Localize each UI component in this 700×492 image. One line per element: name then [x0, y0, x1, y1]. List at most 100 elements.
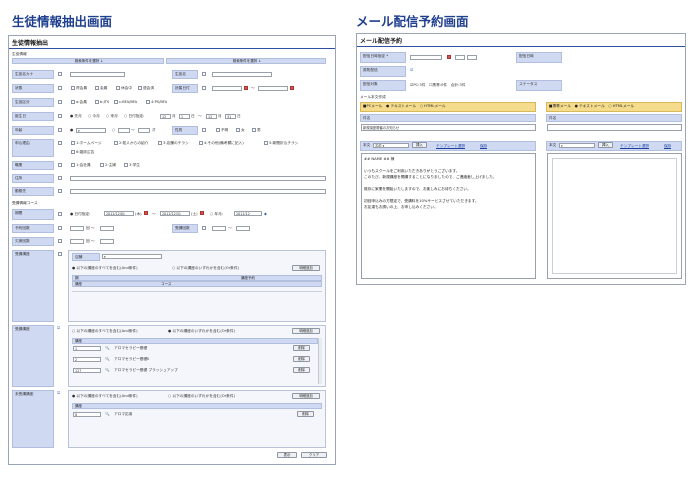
status-opt-4-checkbox[interactable]	[138, 86, 142, 90]
absent-count-checkbox[interactable]	[58, 239, 62, 243]
admission-to-input[interactable]	[258, 86, 288, 91]
status-opt-3-checkbox[interactable]	[116, 86, 120, 90]
job-opt-3-checkbox[interactable]	[124, 163, 128, 167]
spin-icon[interactable]: ◆	[264, 212, 267, 217]
kubun-opt-2-checkbox[interactable]	[95, 100, 99, 104]
grid2-row-delete-button[interactable]: 削除	[293, 356, 310, 362]
attended-course-checkbox[interactable]: ☑	[57, 326, 60, 331]
source-opt-5-checkbox[interactable]	[264, 141, 268, 145]
grid2-row-search-icon[interactable]: 🔍	[105, 368, 110, 373]
name-checkbox[interactable]	[202, 72, 206, 76]
pc-body-textarea[interactable]: ## NAME ## 様 いつもスクールをご利用いただきありがとうございます。 …	[361, 153, 536, 279]
show-button[interactable]: 表示	[277, 452, 297, 458]
mobile-body-textarea[interactable]	[547, 153, 682, 279]
mobile-subject-input[interactable]	[547, 124, 682, 131]
pc-insert-select[interactable]: 名前 ▾	[373, 143, 409, 148]
resend-checkbox[interactable]: ☑	[410, 68, 413, 73]
job-checkbox[interactable]	[58, 163, 62, 167]
period-opt-date[interactable]: ● 日付指定:	[70, 212, 90, 217]
name-kana-checkbox[interactable]	[58, 72, 62, 76]
not-attended-checkbox[interactable]: ☑	[57, 391, 60, 396]
add-detail-button[interactable]: 明細追加	[292, 265, 320, 271]
grid2-row-delete-button[interactable]: 削除	[293, 345, 310, 351]
pc-subject-input[interactable]: 新規講座開催のお知らせ	[361, 124, 536, 131]
send-hour-input[interactable]	[455, 55, 465, 60]
pc-insert-button[interactable]: 挿入	[412, 142, 427, 148]
grid2-row-delete-button[interactable]: 削除	[293, 367, 310, 373]
source-opt-1-checkbox[interactable]	[71, 141, 75, 145]
gender-opt-1-checkbox[interactable]	[216, 128, 220, 132]
period-checkbox[interactable]	[58, 212, 62, 216]
bd-opt-1[interactable]: ● 先月	[70, 114, 82, 119]
period-to-input[interactable]: 2011/12/31	[160, 211, 190, 216]
source-opt-3-checkbox[interactable]	[158, 141, 162, 145]
absent-from[interactable]	[70, 239, 84, 244]
grid2-row-search-icon[interactable]: 🔍	[105, 357, 110, 362]
source-checkbox[interactable]	[58, 141, 62, 145]
admission-checkbox[interactable]	[202, 86, 206, 90]
job-opt-2-checkbox[interactable]	[100, 163, 104, 167]
source-opt-6-checkbox[interactable]	[71, 150, 75, 154]
company-input[interactable]	[70, 189, 326, 194]
calendar-icon[interactable]	[447, 55, 451, 59]
calendar-icon[interactable]	[290, 86, 294, 90]
name-kana-input[interactable]	[70, 72, 125, 77]
kubun-opt-1-checkbox[interactable]	[71, 100, 75, 104]
grid3-row-search-icon[interactable]: 🔍	[105, 412, 110, 417]
name-input[interactable]	[212, 72, 272, 77]
age-radio-2[interactable]: ○	[112, 128, 115, 133]
source-opt-2-checkbox[interactable]	[114, 141, 118, 145]
calendar-icon[interactable]	[200, 211, 204, 215]
bd-opt-2[interactable]: ○ 今月	[88, 114, 100, 119]
not-attended-and-radio[interactable]: ● 以下の講座のすべてを含む(And条件)	[72, 394, 138, 399]
pc-template-link[interactable]: テンプレート選択	[436, 144, 465, 149]
status-opt-2-checkbox[interactable]	[95, 86, 99, 90]
attending-or-radio[interactable]: ○ 以下の講座のいずれかを含む(Or条件)	[172, 266, 239, 271]
store-select[interactable]: ▾	[102, 254, 162, 259]
mobile-save-link[interactable]: 保存	[664, 144, 671, 149]
mobile-insert-button[interactable]: 挿入	[598, 142, 613, 148]
calendar-icon[interactable]	[144, 211, 148, 215]
grid2-row-no-input[interactable]: 2	[73, 357, 101, 362]
pc-save-link[interactable]: 保存	[480, 144, 487, 149]
schedule-to[interactable]	[100, 226, 114, 231]
attended-or-radio[interactable]: ● 以下の講座のいずれかを含む(Or条件)	[168, 329, 235, 334]
grid3-row-delete-button[interactable]: 削除	[297, 411, 314, 417]
address-checkbox[interactable]	[58, 176, 62, 180]
bd-month-from[interactable]: 12	[160, 114, 171, 119]
address-input[interactable]	[70, 176, 326, 181]
schedule-count-checkbox[interactable]	[58, 226, 62, 230]
birthday-checkbox[interactable]	[58, 114, 62, 118]
bd-opt-3[interactable]: ○ 来月	[106, 114, 118, 119]
kubun-opt-3-checkbox[interactable]	[114, 100, 118, 104]
send-minute-input[interactable]	[467, 55, 477, 60]
gender-checkbox[interactable]	[202, 128, 206, 132]
age-from[interactable]	[118, 128, 130, 133]
attend-from[interactable]	[212, 226, 226, 231]
period-month-input[interactable]: 2011/12	[234, 211, 262, 216]
attend-count-checkbox[interactable]	[202, 226, 206, 230]
attend-to[interactable]	[236, 226, 250, 231]
bd-day-to[interactable]: 31	[225, 114, 236, 119]
age-checkbox[interactable]	[58, 128, 62, 132]
status-opt-1-checkbox[interactable]	[71, 86, 75, 90]
kubun-checkbox[interactable]	[58, 100, 62, 104]
send-date-input[interactable]	[410, 55, 442, 60]
source-opt-4-checkbox[interactable]	[199, 141, 203, 145]
calendar-icon[interactable]	[244, 86, 248, 90]
add-detail-button-2[interactable]: 明細追加	[292, 328, 320, 334]
job-opt-1-checkbox[interactable]	[71, 163, 75, 167]
gender-opt-3-checkbox[interactable]	[252, 128, 256, 132]
age-select[interactable]: ▾	[76, 128, 106, 133]
age-radio-1[interactable]: ●	[70, 128, 73, 133]
bd-day-from[interactable]: 1	[179, 114, 190, 119]
gender-opt-2-checkbox[interactable]	[236, 128, 240, 132]
grid2-scrollbar[interactable]	[318, 338, 322, 384]
grid3-row-no-input[interactable]: 8	[73, 412, 101, 417]
attending-and-radio[interactable]: ● 以下の講座のすべてを含む(And条件)	[72, 266, 138, 271]
grid2-row-no-input[interactable]: 1	[73, 346, 101, 351]
schedule-from[interactable]	[70, 226, 84, 231]
bd-month-to[interactable]: 12	[206, 114, 217, 119]
mobile-insert-select[interactable]: ▾	[559, 143, 595, 148]
absent-to[interactable]	[100, 239, 114, 244]
